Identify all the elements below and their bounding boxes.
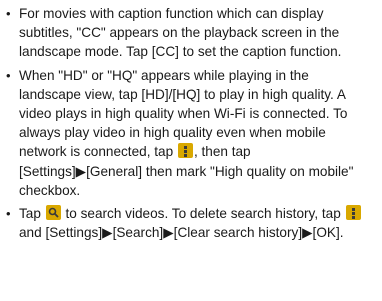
instruction-list: • For movies with caption function which … xyxy=(6,4,374,242)
menu-icon xyxy=(345,205,361,221)
instruction-text: and [Settings]▶[Search]▶[Clear search hi… xyxy=(19,225,344,241)
list-item: • Tap to search videos. To delete search … xyxy=(6,204,374,242)
menu-icon xyxy=(177,143,193,159)
bullet-dot: • xyxy=(6,6,11,21)
search-icon xyxy=(45,205,61,221)
instruction-text: Tap xyxy=(19,206,45,222)
bullet-dot: • xyxy=(6,206,11,222)
document-page: • For movies with caption function which … xyxy=(0,0,382,301)
bullet-dot: • xyxy=(6,67,11,83)
list-item: • When "HD" or "HQ" appears while playing… xyxy=(6,66,374,200)
instruction-text: For movies with caption function which c… xyxy=(19,6,342,60)
list-item: • For movies with caption function which … xyxy=(6,4,374,62)
instruction-text: to search videos. To delete search histo… xyxy=(61,206,345,222)
